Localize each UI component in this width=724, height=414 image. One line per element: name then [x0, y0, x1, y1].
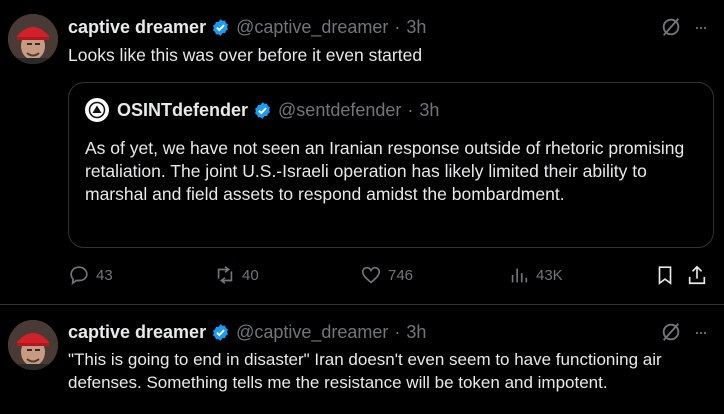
tweet-header: captive dreamer @captive_dreamer · 3h [68, 321, 426, 343]
quote-text: As of yet, we have not seen an Iranian r… [85, 138, 685, 204]
reply-icon [70, 266, 88, 286]
verified-badge-icon [255, 101, 270, 119]
timestamp[interactable]: 3h [406, 322, 426, 343]
verified-badge-icon [213, 18, 229, 36]
like-count: 746 [388, 266, 414, 284]
separator: · [394, 16, 401, 37]
repost-button[interactable]: 40 [214, 264, 259, 286]
separator: · [394, 321, 401, 342]
tweet-text: Looks like this was over before it even … [68, 45, 423, 65]
bookmark-icon [658, 266, 672, 285]
author-name[interactable]: captive dreamer [68, 17, 206, 38]
reply-button[interactable]: 43 [68, 264, 113, 286]
repost-icon [217, 266, 233, 284]
action-bar: 43 40 746 43K [68, 264, 708, 290]
views-icon [511, 268, 528, 283]
top-actions: ··· [660, 16, 708, 38]
tweet-header: captive dreamer @captive_dreamer · 3h [68, 16, 426, 38]
verified-badge-icon [213, 323, 229, 341]
more-icon[interactable]: ··· [694, 322, 708, 343]
share-icon [688, 265, 706, 285]
top-actions: ··· [660, 321, 708, 343]
more-icon[interactable]: ··· [694, 17, 708, 38]
grok-icon[interactable] [660, 16, 682, 38]
reply-count: 43 [96, 266, 113, 284]
tweet-1[interactable]: captive dreamer @captive_dreamer · 3h ··… [0, 0, 724, 304]
quote-timestamp: 3h [419, 99, 440, 120]
tweet-text: "This is going to end in disaster" Iran … [68, 350, 662, 392]
separator: · [407, 99, 414, 120]
avatar[interactable] [8, 320, 58, 370]
tweet-2[interactable]: captive dreamer @captive_dreamer · 3h ··… [0, 305, 724, 414]
avatar[interactable] [8, 14, 58, 64]
author-handle[interactable]: @captive_dreamer [236, 17, 388, 38]
osint-logo-icon [88, 101, 106, 119]
quoted-tweet[interactable]: OSINTdefender @sentdefender · 3h As of y… [68, 82, 714, 248]
author-handle[interactable]: @captive_dreamer [236, 322, 388, 343]
like-icon [361, 266, 381, 284]
repost-count: 40 [242, 266, 259, 284]
views-count: 43K [536, 266, 563, 284]
bookmark-button[interactable] [654, 264, 682, 286]
views-button[interactable]: 43K [508, 264, 563, 286]
timestamp[interactable]: 3h [406, 17, 426, 38]
grok-icon[interactable] [660, 321, 682, 343]
like-button[interactable]: 746 [360, 264, 413, 286]
quote-author-handle: @sentdefender [278, 99, 402, 120]
share-button[interactable] [686, 264, 714, 286]
quote-author-name: OSINTdefender [117, 99, 249, 120]
author-name[interactable]: captive dreamer [68, 322, 206, 343]
quote-avatar[interactable] [85, 98, 109, 122]
quote-header: OSINTdefender @sentdefender · 3h [85, 97, 439, 123]
